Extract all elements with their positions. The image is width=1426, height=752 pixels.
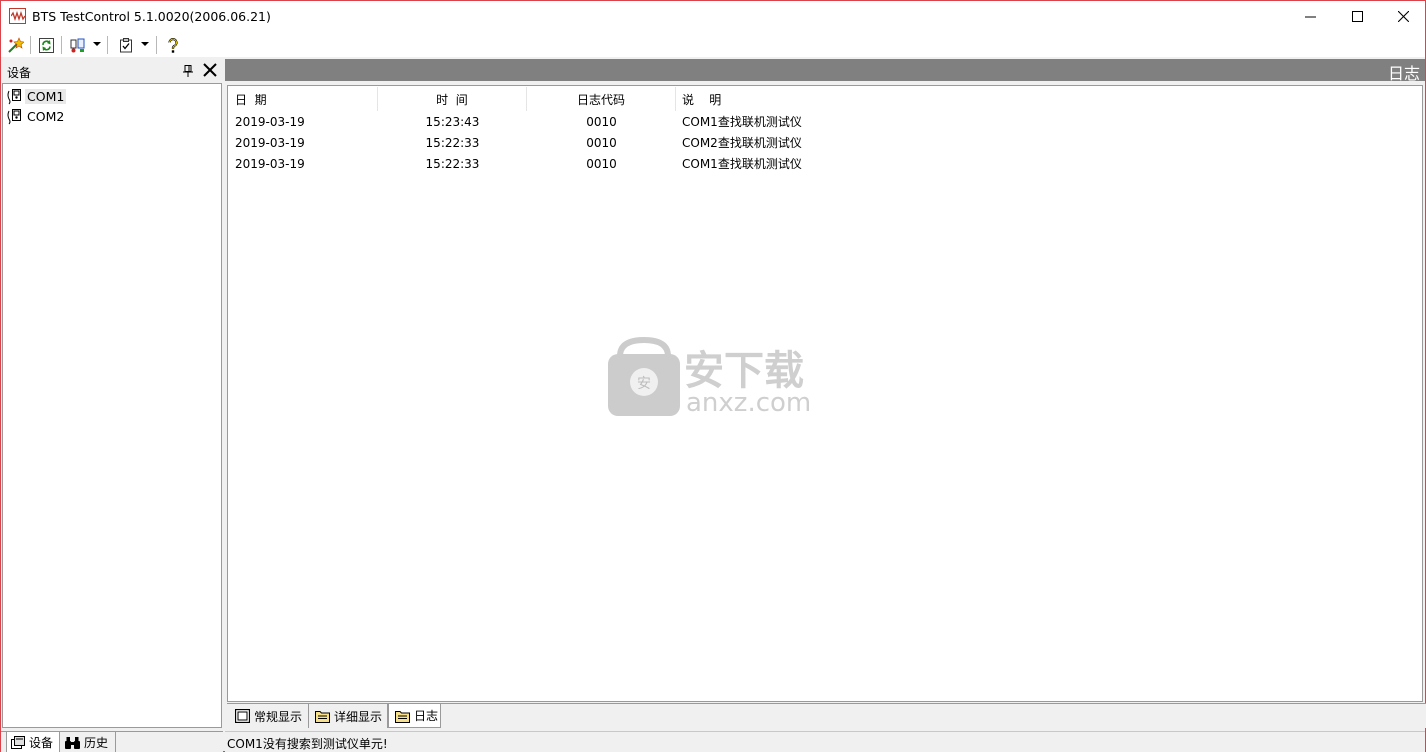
log-list[interactable]: 日 期 时 间 日志代码 说 明 2019-03-19 15:23:43 001…	[227, 85, 1423, 702]
device-label: COM1	[25, 88, 67, 104]
maximize-icon	[1351, 11, 1363, 22]
table-cell-description: COM1查找联机测试仪	[682, 115, 802, 129]
view-tabs: 常规显示 详细显示 日志	[227, 703, 1426, 728]
svg-text:安: 安	[637, 376, 651, 392]
binoculars-icon	[65, 736, 80, 749]
table-cell-date[interactable]: 2019-03-19	[235, 153, 305, 174]
device-pane: 设备 COM1 COM2	[1, 59, 223, 729]
tab-devices-label: 设备	[29, 735, 54, 750]
normal-view-icon	[235, 709, 250, 723]
device-tab-icon	[11, 735, 25, 749]
tab-normal-view[interactable]: 常规显示	[229, 704, 309, 728]
folder-icon	[395, 710, 410, 723]
wand-icon	[7, 36, 24, 53]
close-icon	[1397, 11, 1409, 22]
column-header-label: 日志代码	[576, 92, 625, 107]
column-header-label: 日 期	[235, 92, 267, 107]
column-header-code[interactable]: 日志代码	[527, 87, 676, 111]
column-header-label: 说 明	[682, 92, 722, 107]
table-cell-code: 0010	[586, 114, 617, 129]
device-label: COM2	[27, 108, 65, 124]
pin-icon[interactable]	[182, 65, 194, 80]
column-header-description[interactable]: 说 明	[676, 87, 876, 111]
help-icon	[168, 37, 178, 53]
table-cell-date[interactable]: 2019-03-19	[235, 132, 305, 153]
tab-log-view[interactable]: 日志	[388, 704, 441, 728]
connect-wand-button[interactable]	[5, 35, 25, 55]
status-message: COM1没有搜索到测试仪单元!	[227, 737, 388, 751]
tab-normal-view-label: 常规显示	[254, 709, 303, 724]
watermark: 安 安下载 anxz.com	[608, 336, 838, 420]
close-window-button[interactable]	[1380, 1, 1426, 32]
checklist-icon	[120, 37, 132, 52]
maximize-button[interactable]	[1334, 1, 1380, 32]
device-item-com2[interactable]: COM2	[6, 107, 66, 125]
log-header: 日志	[225, 59, 1425, 83]
title-bar[interactable]: BTS TestControl 5.1.0020(2006.06.21)	[1, 1, 1425, 32]
table-cell-description: COM1查找联机测试仪	[682, 157, 802, 171]
serial-port-icon	[7, 89, 21, 105]
column-header-date[interactable]: 日 期	[228, 87, 378, 111]
table-cell-time: 15:22:33	[425, 135, 480, 150]
device-settings-button[interactable]	[68, 35, 88, 55]
device-pane-title: 设备	[7, 66, 32, 80]
tab-log-view-label: 日志	[414, 709, 439, 723]
folder-icon	[315, 711, 330, 723]
table-cell-description: COM2查找联机测试仪	[682, 136, 802, 150]
toolbar-separator	[156, 36, 157, 54]
device-settings-dropdown-arrow[interactable]	[93, 42, 101, 46]
left-pane-tabs: 设备 历史	[1, 731, 223, 752]
app-window: BTS TestControl 5.1.0020(2006.06.21) 设备 …	[0, 0, 1426, 752]
toolbar-separator	[61, 36, 62, 54]
refresh-button[interactable]	[36, 35, 56, 55]
table-cell-date[interactable]: 2019-03-19	[235, 111, 305, 132]
minimize-icon	[1304, 16, 1316, 18]
column-header-time[interactable]: 时 间	[378, 87, 527, 111]
help-button[interactable]	[163, 35, 183, 55]
tab-detail-view-label: 详细显示	[334, 709, 383, 724]
column-header-label: 时 间	[436, 92, 468, 107]
tab-devices[interactable]: 设备	[6, 732, 60, 752]
toolbar	[1, 32, 1425, 57]
device-item-com1[interactable]: COM1	[6, 87, 67, 105]
tab-history-label: 历史	[84, 736, 109, 750]
log-pane: 日志 日 期 时 间 日志代码 说 明 2019-03-19 15:23:43 …	[225, 59, 1425, 729]
app-logo-icon	[9, 8, 26, 24]
device-settings-icon	[70, 38, 85, 52]
checklist-dropdown-arrow[interactable]	[141, 42, 149, 46]
checklist-button[interactable]	[116, 35, 136, 55]
status-bar: COM1没有搜索到测试仪单元!	[225, 731, 1425, 752]
serial-port-icon	[7, 109, 21, 125]
tab-detail-view[interactable]: 详细显示	[309, 704, 388, 728]
device-pane-header: 设备	[1, 59, 223, 82]
table-cell-code: 0010	[586, 135, 617, 150]
table-cell-code: 0010	[586, 156, 617, 171]
minimize-button[interactable]	[1287, 1, 1333, 32]
watermark-url: anxz.com	[686, 388, 812, 418]
window-title: BTS TestControl 5.1.0020(2006.06.21)	[32, 9, 271, 24]
table-cell-time: 15:22:33	[425, 156, 480, 171]
pane-close-icon[interactable]	[202, 62, 218, 81]
table-cell-time: 15:23:43	[425, 114, 480, 129]
tab-history[interactable]: 历史	[62, 732, 116, 752]
toolbar-separator	[107, 36, 108, 54]
refresh-icon	[38, 37, 54, 53]
log-title: 日志	[1387, 64, 1420, 83]
toolbar-separator	[30, 36, 31, 54]
device-tree: COM1 COM2	[2, 83, 222, 728]
